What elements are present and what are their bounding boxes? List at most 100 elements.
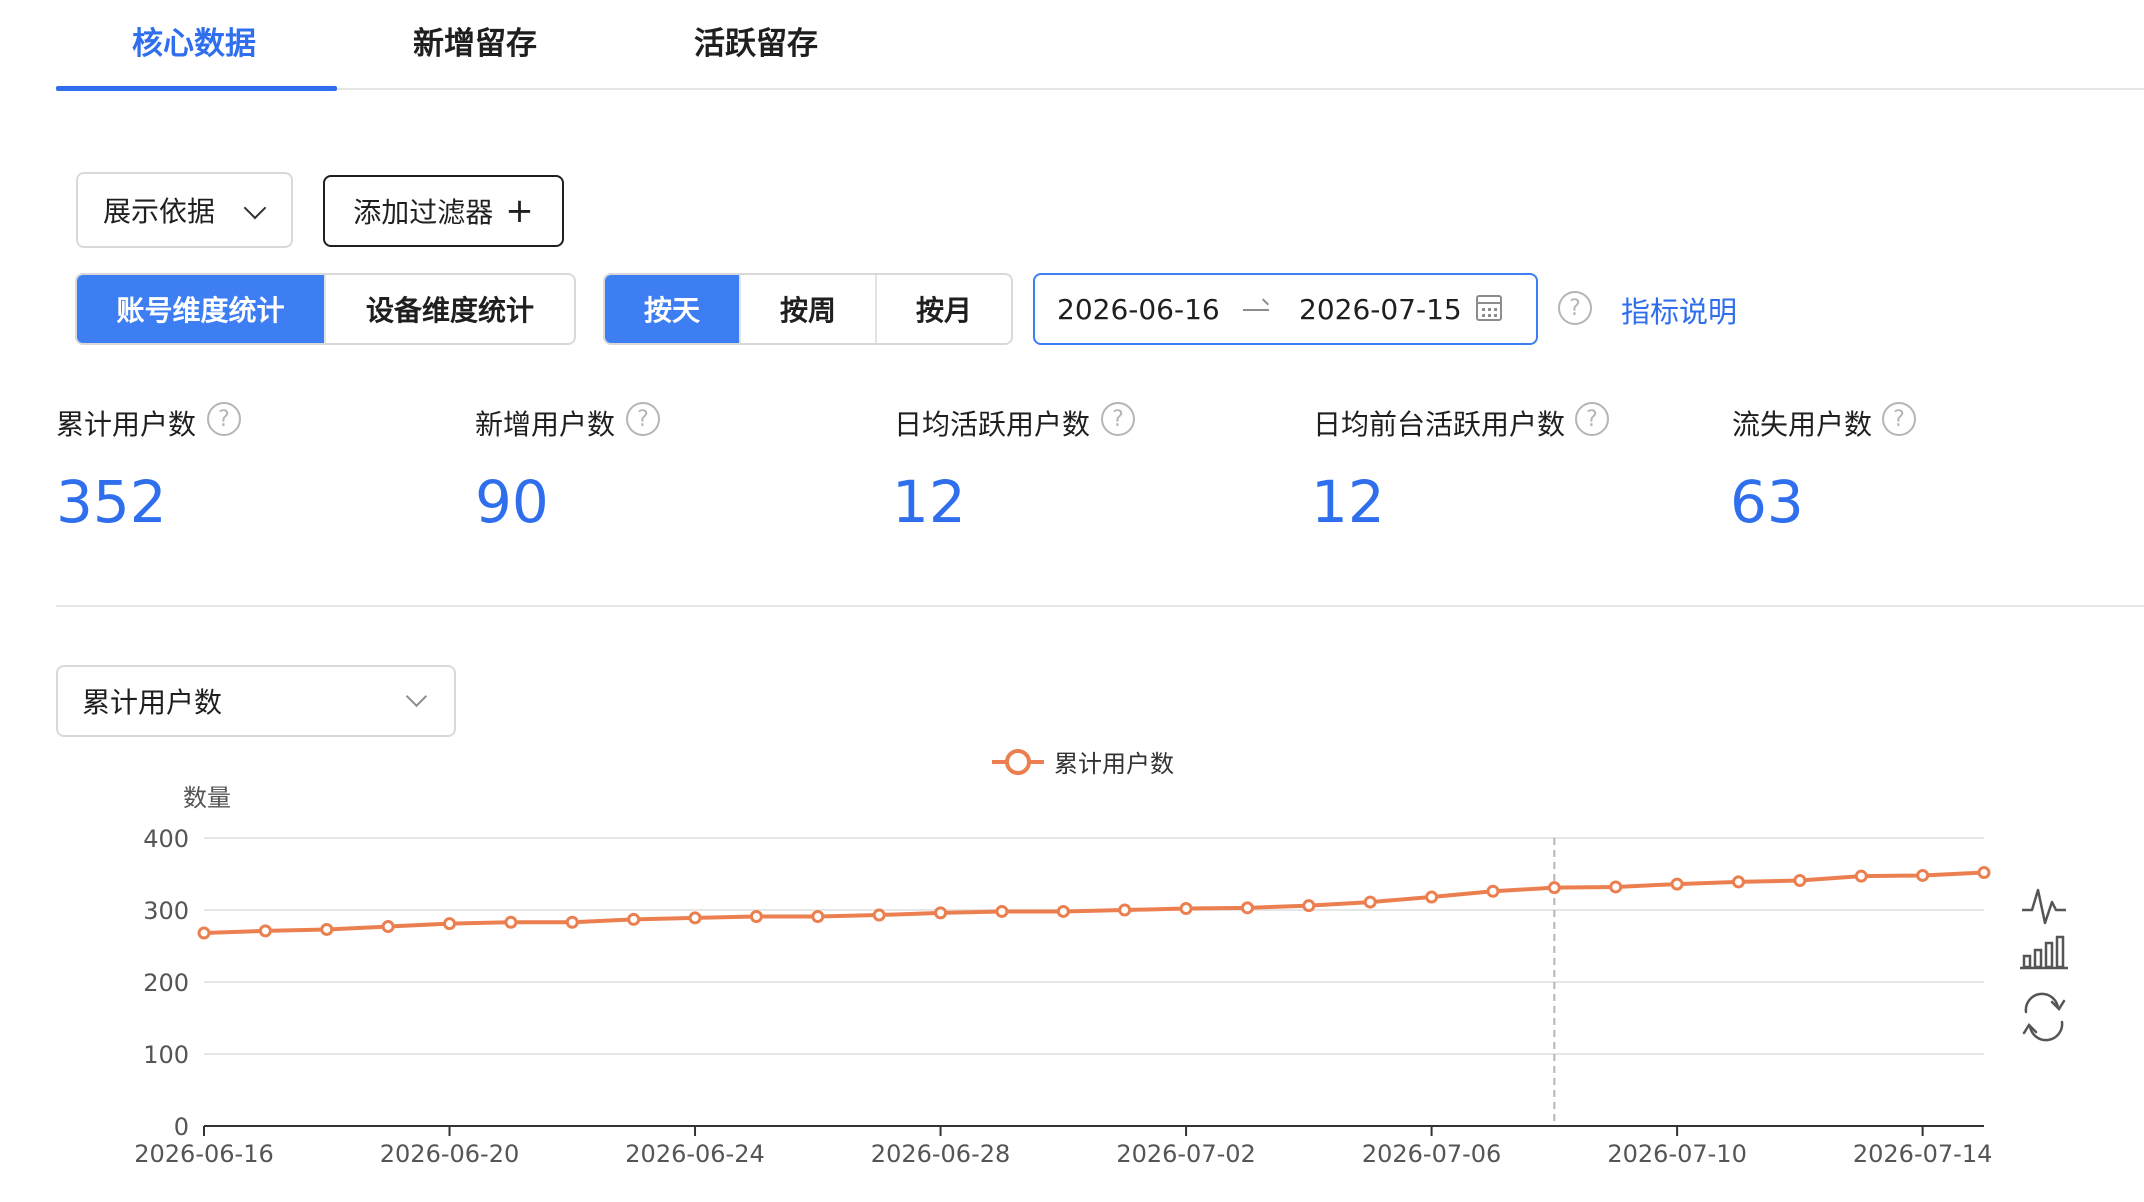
- data-point: [872, 908, 886, 922]
- y-tick-label: 400: [143, 825, 189, 853]
- data-point: [1302, 899, 1316, 913]
- data-point: [197, 926, 211, 940]
- legend-label: 累计用户数: [1054, 750, 1174, 778]
- calendar-icon[interactable]: [1476, 295, 1502, 321]
- x-tick-label: 2026-06-20: [380, 1140, 519, 1168]
- chart-legend[interactable]: 累计用户数: [992, 749, 1174, 778]
- kpi-value-daily-foreground-active-users: 12: [1311, 468, 1385, 536]
- y-axis: 0 100 200 300 400: [143, 825, 189, 1141]
- segment-by-week[interactable]: 按周: [739, 275, 875, 343]
- help-icon[interactable]: ?: [1101, 402, 1135, 436]
- data-point: [1486, 884, 1500, 898]
- x-axis: 2026-06-16 2026-06-20 2026-06-24 2026-06-28…: [134, 1125, 1992, 1168]
- kpi-label-daily-active-users: 日均活跃用户数: [894, 408, 1091, 441]
- data-point: [381, 920, 395, 934]
- date-range-start[interactable]: 2026-06-16: [1057, 293, 1220, 326]
- kpi-label-daily-foreground-active-users: 日均前台活跃用户数: [1313, 408, 1566, 441]
- y-axis-label: 数量: [183, 784, 231, 812]
- help-icon[interactable]: ?: [1558, 291, 1592, 325]
- metric-select[interactable]: 累计用户数: [56, 665, 456, 737]
- chevron-down-icon: [405, 685, 428, 708]
- granularity-segmented: 按天 按周 按月: [603, 273, 1013, 345]
- y-tick-label: 0: [174, 1113, 189, 1141]
- kpi-value-daily-active-users: 12: [892, 468, 966, 536]
- help-icon[interactable]: ?: [1882, 402, 1916, 436]
- x-tick-label: 2026-06-24: [625, 1140, 764, 1168]
- data-point: [1240, 901, 1254, 915]
- tab-active-retention[interactable]: 活跃留存: [694, 18, 818, 63]
- legend-circle-marker: [1005, 749, 1031, 775]
- kpi-value-churned-users: 63: [1730, 468, 1804, 536]
- date-range-picker[interactable]: 2026-06-16 2026-07-15: [1033, 273, 1538, 345]
- bar-chart-toggle-icon[interactable]: [2020, 935, 2068, 970]
- data-point: [320, 922, 334, 936]
- help-icon[interactable]: ?: [207, 402, 241, 436]
- segment-device-dimension[interactable]: 设备维度统计: [324, 275, 574, 343]
- data-point: [1854, 869, 1868, 883]
- data-point: [749, 909, 763, 923]
- add-filter-label: 添加过滤器: [353, 196, 494, 229]
- x-tick-label: 2026-07-06: [1362, 1140, 1501, 1168]
- kpi-label-churned-users: 流失用户数: [1732, 408, 1873, 441]
- tab-bar: 核心数据 新增留存 活跃留存: [56, 0, 2144, 91]
- data-point: [627, 912, 641, 926]
- data-point: [258, 924, 272, 938]
- data-point: [1916, 868, 1930, 882]
- chart-grid: [204, 837, 1984, 1055]
- kpi-label-new-users: 新增用户数: [475, 408, 616, 441]
- display-basis-label: 展示依据: [103, 195, 216, 228]
- data-point: [443, 917, 457, 931]
- data-point: [1363, 895, 1377, 909]
- y-tick-label: 100: [143, 1041, 189, 1069]
- line-chart: 累计用户数 数量 0100200300400 2026-06-16 2026-06…: [134, 749, 2070, 1168]
- add-filter-button[interactable]: 添加过滤器 +: [323, 175, 564, 247]
- tab-core-data[interactable]: 核心数据: [132, 18, 256, 63]
- data-point: [1425, 890, 1439, 904]
- data-point: [1118, 903, 1132, 917]
- section-divider: [56, 605, 2144, 607]
- chevron-down-icon: [243, 196, 267, 220]
- data-point: [688, 911, 702, 925]
- line-chart-toggle-icon[interactable]: [2018, 884, 2070, 928]
- segment-account-dimension[interactable]: 账号维度统计: [77, 275, 324, 343]
- arrow-right-icon: [1243, 309, 1269, 311]
- series-cumulative-users: [197, 866, 1991, 940]
- kpi-value-new-users: 90: [475, 468, 549, 536]
- series-line: [203, 870, 1985, 936]
- data-point: [1179, 902, 1193, 916]
- x-tick-label: 2026-06-16: [134, 1140, 273, 1168]
- data-point: [995, 904, 1009, 918]
- kpi-label-cumulative-users: 累计用户数: [56, 408, 197, 441]
- segment-by-month[interactable]: 按月: [875, 275, 1011, 343]
- y-tick-label: 200: [143, 969, 189, 997]
- date-range-end[interactable]: 2026-07-15: [1299, 293, 1462, 326]
- plus-icon: +: [505, 191, 534, 231]
- data-point: [504, 915, 518, 929]
- data-point: [1056, 904, 1070, 918]
- data-point: [811, 909, 825, 923]
- x-tick-label: 2026-07-14: [1853, 1140, 1992, 1168]
- refresh-icon[interactable]: [2022, 992, 2066, 1042]
- x-tick-label: 2026-07-10: [1607, 1140, 1746, 1168]
- data-point: [565, 915, 579, 929]
- segment-by-day[interactable]: 按天: [605, 275, 739, 343]
- tab-active-indicator: [56, 86, 337, 91]
- help-icon[interactable]: ?: [626, 402, 660, 436]
- y-tick-label: 300: [143, 897, 189, 925]
- help-icon[interactable]: ?: [1575, 402, 1609, 436]
- x-tick-label: 2026-06-28: [871, 1140, 1010, 1168]
- kpi-value-cumulative-users: 352: [56, 468, 167, 536]
- data-point: [1731, 875, 1745, 889]
- data-point: [1793, 873, 1807, 887]
- dimension-segmented: 账号维度统计 设备维度统计: [75, 273, 576, 345]
- data-point: [1670, 877, 1684, 891]
- tab-new-retention[interactable]: 新增留存: [413, 18, 537, 63]
- metric-select-value: 累计用户数: [82, 686, 223, 719]
- data-point: [1977, 866, 1991, 880]
- metrics-explanation-link[interactable]: 指标说明: [1621, 289, 1737, 331]
- x-tick-label: 2026-07-02: [1116, 1140, 1255, 1168]
- data-point: [1547, 881, 1561, 895]
- data-point: [1609, 880, 1623, 894]
- display-basis-dropdown[interactable]: 展示依据: [76, 172, 293, 248]
- data-point: [934, 906, 948, 920]
